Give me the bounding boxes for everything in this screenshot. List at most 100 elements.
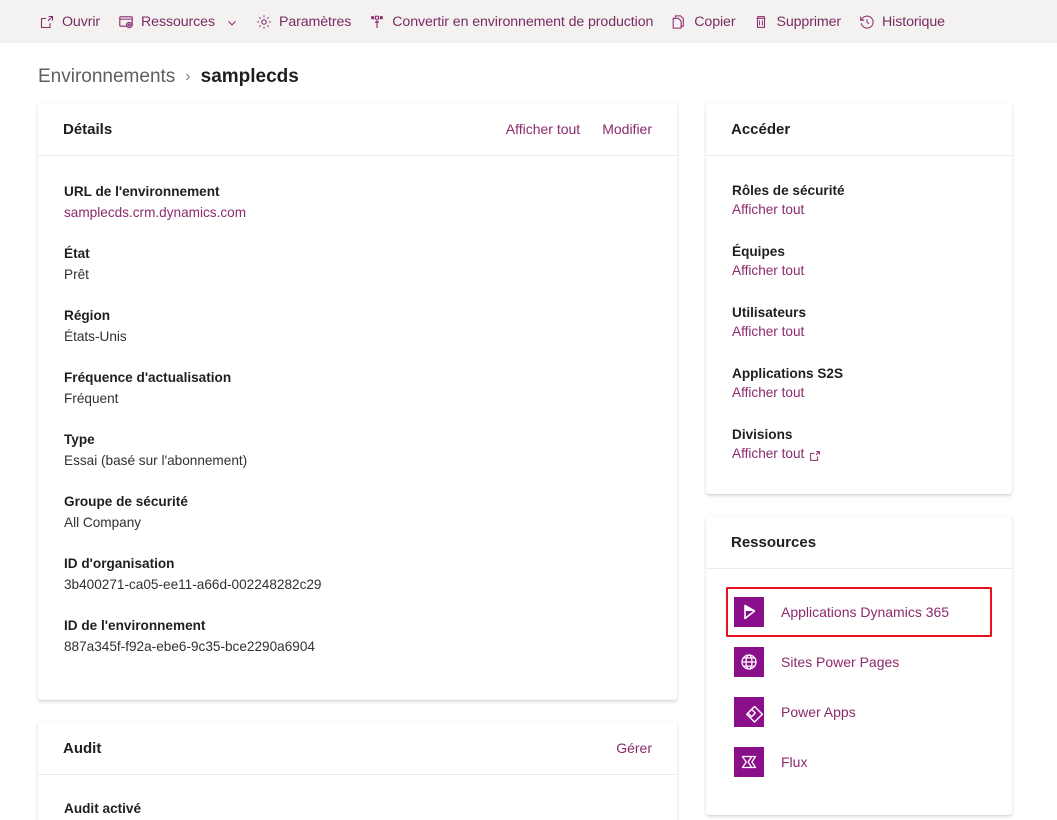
field-value: États-Unis <box>64 329 127 344</box>
command-convert-label: Convertir en environnement de production <box>392 13 654 30</box>
access-card: Accéder Rôles de sécurité Afficher tout … <box>706 103 1012 494</box>
access-item-business-units: Divisions Afficher tout <box>732 425 986 464</box>
field-value: 3b400271-ca05-ee11-a66d-002248282c29 <box>64 577 322 592</box>
access-item-link[interactable]: Afficher tout <box>732 261 804 281</box>
field-value: Prêt <box>64 267 89 282</box>
access-item-link-label: Afficher tout <box>732 324 805 339</box>
gear-icon <box>256 14 272 30</box>
command-delete[interactable]: Supprimer <box>744 6 850 38</box>
history-icon <box>859 14 875 30</box>
details-show-all-link[interactable]: Afficher tout <box>506 121 580 137</box>
command-history-label: Historique <box>882 13 945 30</box>
field-label: ID d'organisation <box>64 556 175 571</box>
trash-icon <box>753 14 769 30</box>
resource-item-label: Sites Power Pages <box>781 654 900 670</box>
access-item-link[interactable]: Afficher tout <box>732 322 804 342</box>
open-external-icon <box>809 448 821 461</box>
environment-url-link[interactable]: samplecds.crm.dynamics.com <box>64 203 651 222</box>
resource-item-dynamics365-apps[interactable]: Applications Dynamics 365 <box>726 587 992 637</box>
field-value: All Company <box>64 515 142 530</box>
field-environment-id: ID de l'environnement 887a345f-f92a-ebe6… <box>64 616 651 656</box>
field-label: Groupe de sécurité <box>64 494 188 509</box>
command-settings-label: Paramètres <box>278 13 352 30</box>
globe-icon <box>734 647 764 677</box>
dynamics365-icon <box>734 597 764 627</box>
resource-item-flows[interactable]: Flux <box>726 737 992 787</box>
main-content: Détails Afficher tout Modifier URL de l'… <box>0 91 1057 820</box>
resources-card-body: Applications Dynamics 365 Sites Power Pa… <box>706 569 1012 815</box>
access-item-label: Équipes <box>732 244 785 259</box>
command-copy-label: Copier <box>694 13 736 30</box>
page-title: samplecds <box>200 66 299 87</box>
resources-icon <box>118 14 134 30</box>
powerapps-icon <box>734 697 764 727</box>
command-delete-label: Supprimer <box>776 13 842 30</box>
access-item-link[interactable]: Afficher tout <box>732 200 804 220</box>
right-column: Accéder Rôles de sécurité Afficher tout … <box>706 103 1012 815</box>
field-security-group: Groupe de sécurité All Company <box>64 492 651 532</box>
details-edit-link[interactable]: Modifier <box>602 121 652 137</box>
access-item-label: Rôles de sécurité <box>732 183 845 198</box>
command-convert-to-production[interactable]: Convertir en environnement de production <box>360 6 662 38</box>
resource-item-label: Power Apps <box>781 704 856 720</box>
details-card-title: Détails <box>63 120 113 138</box>
command-history[interactable]: Historique <box>850 6 954 38</box>
resources-card-header: Ressources <box>706 516 1012 569</box>
field-region: Région États-Unis <box>64 306 651 346</box>
chevron-down-icon[interactable] <box>226 16 238 28</box>
field-value: Essai (basé sur l'abonnement) <box>64 453 248 468</box>
audit-card-title: Audit <box>63 739 102 757</box>
details-card-body: URL de l'environnement samplecds.crm.dyn… <box>38 156 677 700</box>
breadcrumb-root[interactable]: Environnements <box>38 66 175 88</box>
field-label: Fréquence d'actualisation <box>64 370 232 385</box>
resource-item-power-apps[interactable]: Power Apps <box>726 687 992 737</box>
audit-card-body: Audit activé Non Conserver les journaux … <box>38 775 677 820</box>
field-label: Audit activé <box>64 801 142 816</box>
field-organization-id: ID d'organisation 3b400271-ca05-ee11-a66… <box>64 554 651 594</box>
field-environment-url: URL de l'environnement samplecds.crm.dyn… <box>64 182 651 222</box>
audit-card-header: Audit Gérer <box>38 722 677 775</box>
field-label: URL de l'environnement <box>64 184 220 199</box>
resource-item-label: Flux <box>781 754 808 770</box>
field-value: 887a345f-f92a-ebe6-9c35-bce2290a6904 <box>64 639 315 654</box>
details-card-actions: Afficher tout Modifier <box>506 121 652 137</box>
command-resources-label: Ressources <box>141 13 215 30</box>
command-settings[interactable]: Paramètres <box>247 6 360 38</box>
access-item-users: Utilisateurs Afficher tout <box>732 303 986 342</box>
access-item-label: Divisions <box>732 427 793 442</box>
field-label: ID de l'environnement <box>64 618 206 633</box>
access-item-link-label: Afficher tout <box>732 202 805 217</box>
command-bar: Ouvrir Ressources Paramètres Convertir e… <box>0 0 1057 43</box>
copy-icon <box>671 14 687 30</box>
command-open-label: Ouvrir <box>62 13 101 30</box>
resource-item-power-pages-sites[interactable]: Sites Power Pages <box>726 637 992 687</box>
access-item-link-label: Afficher tout <box>732 385 805 400</box>
field-label: État <box>64 246 90 261</box>
left-column: Détails Afficher tout Modifier URL de l'… <box>38 103 677 820</box>
open-external-icon <box>39 14 55 30</box>
convert-icon <box>369 14 385 30</box>
access-card-body: Rôles de sécurité Afficher tout Équipes … <box>706 156 1012 494</box>
access-item-link-label: Afficher tout <box>732 263 805 278</box>
access-card-title: Accéder <box>731 120 791 138</box>
resource-item-label: Applications Dynamics 365 <box>781 604 950 620</box>
resources-card: Ressources Applications Dynamics 365 Sit… <box>706 516 1012 815</box>
command-resources[interactable]: Ressources <box>109 6 247 38</box>
access-item-link[interactable]: Afficher tout <box>732 444 821 464</box>
details-card: Détails Afficher tout Modifier URL de l'… <box>38 103 677 700</box>
field-label: Région <box>64 308 111 323</box>
access-item-s2s-apps: Applications S2S Afficher tout <box>732 364 986 403</box>
access-item-teams: Équipes Afficher tout <box>732 242 986 281</box>
access-item-security-roles: Rôles de sécurité Afficher tout <box>732 181 986 220</box>
breadcrumb-separator-icon: › <box>185 68 191 85</box>
access-item-link[interactable]: Afficher tout <box>732 383 804 403</box>
command-open[interactable]: Ouvrir <box>30 6 109 38</box>
details-card-header: Détails Afficher tout Modifier <box>38 103 677 156</box>
access-card-header: Accéder <box>706 103 1012 156</box>
access-item-label: Utilisateurs <box>732 305 807 320</box>
field-label: Type <box>64 432 95 447</box>
command-copy[interactable]: Copier <box>662 6 744 38</box>
field-state: État Prêt <box>64 244 651 284</box>
breadcrumb: Environnements › samplecds <box>0 43 1057 91</box>
audit-manage-link[interactable]: Gérer <box>616 740 652 756</box>
